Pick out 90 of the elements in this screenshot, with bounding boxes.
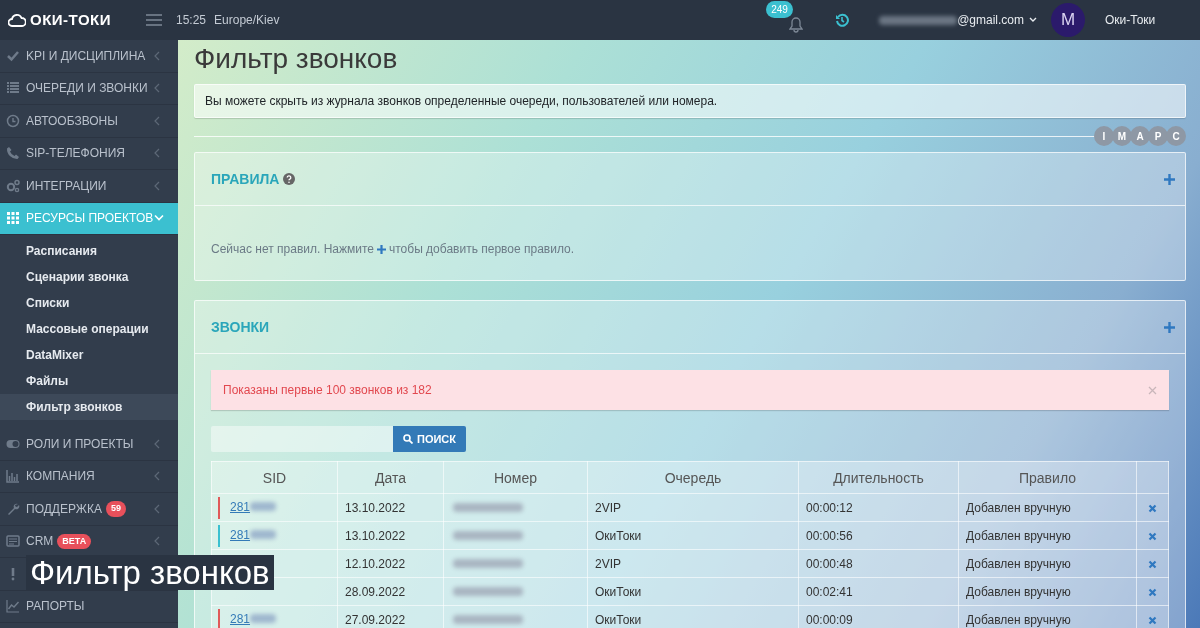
- bar-chart-icon: [6, 469, 20, 484]
- line-chart-icon: [6, 599, 20, 614]
- search-button[interactable]: ПОИСК: [393, 426, 467, 452]
- panel-title: ПРАВИЛА: [211, 169, 280, 189]
- table-cell: Добавлен вручную: [958, 493, 1137, 522]
- table-cell: 28.09.2022: [337, 577, 444, 606]
- time: 15:25: [176, 12, 207, 29]
- sidebar-item[interactable]: ПОДДЕРЖКА 59: [0, 493, 178, 526]
- gears-icon: [6, 178, 20, 193]
- submenu-item[interactable]: Фильтр звонков: [0, 394, 178, 420]
- menu-label: КОМПАНИЯ: [26, 468, 95, 486]
- phone-icon: [6, 146, 20, 161]
- menu-label: KPI И ДИСЦИПЛИНА: [26, 47, 146, 65]
- submenu-item[interactable]: Массовые операции: [0, 316, 178, 342]
- panel-title: ЗВОНКИ: [211, 317, 270, 337]
- plus-icon: [377, 244, 386, 254]
- menu-label: SIP-ТЕЛЕФОНИЯ: [26, 145, 125, 163]
- caret-icon: [1029, 17, 1037, 23]
- column-header: Правило: [958, 461, 1137, 494]
- table-cell: 2VIP: [587, 493, 799, 522]
- wrench-icon: [6, 501, 20, 516]
- table-cell: 00:02:41: [798, 577, 959, 606]
- table-cell: 2VIP: [587, 549, 799, 578]
- menu-label: ОЧЕРЕДИ И ЗВОНКИ: [26, 80, 148, 98]
- account-name[interactable]: Оки-Токи: [1105, 11, 1200, 29]
- menu-label: ПОДДЕРЖКА: [26, 500, 102, 518]
- delete-icon[interactable]: [1148, 587, 1157, 597]
- column-header: Номер: [443, 461, 588, 494]
- menu-label: CRM: [26, 533, 54, 551]
- menu-label: РАПОРТЫ: [26, 598, 85, 616]
- grid-icon: [6, 211, 20, 226]
- badge: BETA: [57, 533, 92, 549]
- menu-label: ИНТЕГРАЦИИ: [26, 177, 107, 195]
- column-header: SID: [211, 461, 338, 494]
- card-icon: [6, 534, 20, 549]
- page-title: Фильтр звонков: [194, 42, 399, 76]
- empty-text: Сейчас нет правил. Нажмите чтобы добавить первое правило.: [211, 241, 575, 258]
- redacted-text: [250, 613, 277, 623]
- sid-link[interactable]: 281: [230, 499, 251, 514]
- menu-icon: [146, 14, 162, 26]
- delete-icon[interactable]: [1148, 559, 1157, 569]
- table-cell: ОкиТоки: [587, 577, 799, 606]
- clock-icon: [6, 113, 20, 128]
- menu-label: РЕСУРСЫ ПРОЕКТОВ: [26, 210, 154, 228]
- logo[interactable]: ОКИ-ТОКИ: [30, 8, 111, 32]
- info-text: Вы можете скрыть из журнала звонков определенные очереди, пользователей или номера.: [205, 93, 718, 110]
- redacted-text: [250, 501, 277, 511]
- submenu-item[interactable]: DataMixer: [0, 342, 178, 368]
- sid-link[interactable]: 281: [230, 611, 251, 626]
- delete-icon[interactable]: [1148, 503, 1157, 513]
- delete-icon[interactable]: [1148, 531, 1157, 541]
- column-header: Дата: [337, 461, 444, 494]
- notification-count: 249: [766, 1, 793, 18]
- caption: Фильтр звонков: [26, 555, 274, 590]
- submenu-item[interactable]: Расписания: [0, 238, 178, 264]
- cloud-icon: [8, 13, 26, 27]
- add-icon: [1164, 321, 1175, 333]
- submenu-item[interactable]: Сценарии звонка: [0, 264, 178, 290]
- submenu-item[interactable]: Файлы: [0, 368, 178, 394]
- table-cell: Добавлен вручную: [958, 521, 1137, 550]
- add-icon: [1164, 173, 1175, 185]
- delete-icon[interactable]: [1148, 615, 1157, 625]
- table-cell: 00:00:48: [798, 549, 959, 578]
- menu-label: РОЛИ И ПРОЕКТЫ: [26, 435, 134, 453]
- list-icon: [6, 81, 20, 96]
- table-cell: 13.10.2022: [337, 521, 444, 550]
- submenu-item[interactable]: Списки: [0, 290, 178, 316]
- column-header: Длительность: [798, 461, 959, 494]
- close-icon: [1148, 385, 1157, 395]
- table-cell: Добавлен вручную: [958, 549, 1137, 578]
- table-cell: Добавлен вручную: [958, 577, 1137, 606]
- history-icon: [835, 13, 850, 27]
- search-icon: [403, 434, 413, 444]
- redacted-text: [250, 529, 277, 539]
- column-header: Очередь: [587, 461, 799, 494]
- alert-text: Показаны первые 100 звонков из 182: [223, 382, 432, 399]
- badge: 59: [105, 501, 126, 517]
- bell-icon[interactable]: [789, 16, 804, 33]
- help-icon: [283, 173, 296, 185]
- timezone: Europe/Kiev: [214, 12, 280, 29]
- menu-label: АВТООБЗВОНЫ: [26, 112, 118, 130]
- table-cell: 13.10.2022: [337, 493, 444, 522]
- table-cell: ОкиТоки: [587, 521, 799, 550]
- email: @gmail.com: [957, 12, 1024, 29]
- table-cell: 00:00:56: [798, 521, 959, 550]
- sid-link[interactable]: 281: [230, 527, 251, 542]
- avatar[interactable]: M: [1051, 3, 1085, 37]
- table-cell: 12.10.2022: [337, 549, 444, 578]
- table-cell: 00:00:12: [798, 493, 959, 522]
- account-menu[interactable]: @gmail.com: [879, 11, 1037, 29]
